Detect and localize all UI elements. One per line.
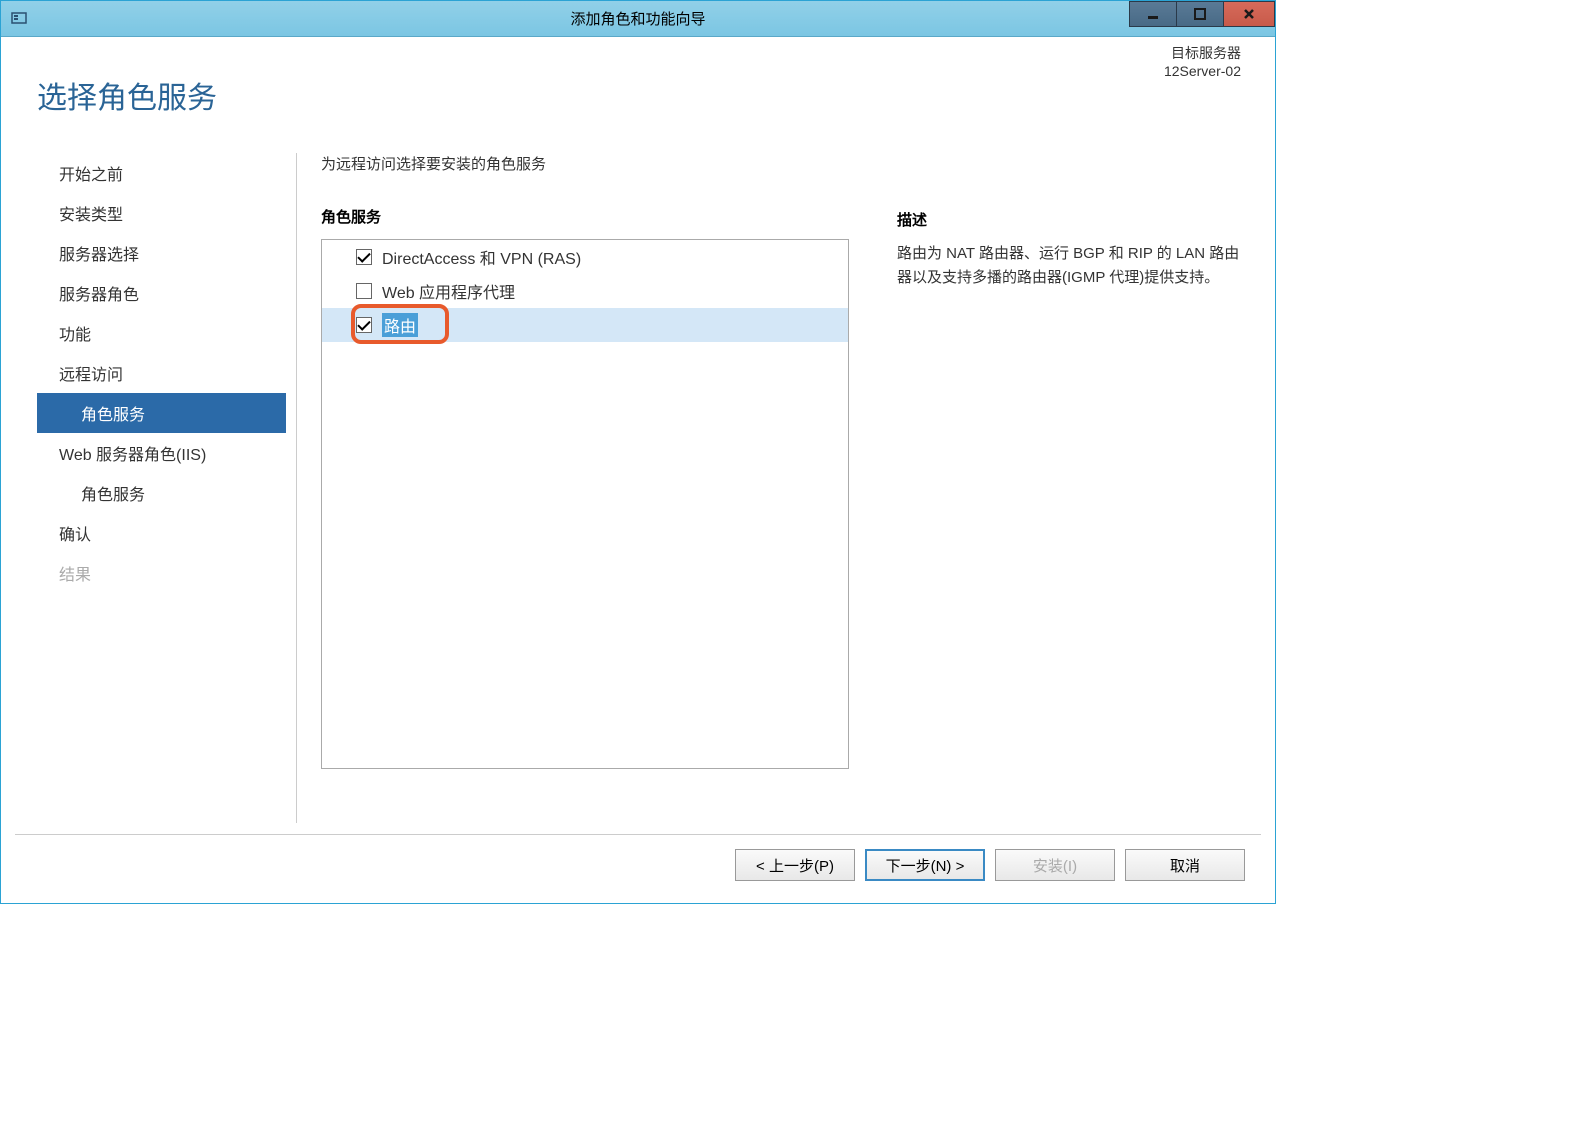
nav-item-4[interactable]: 功能 (37, 313, 286, 353)
role-services-section: 为远程访问选择要安装的角色服务 角色服务 DirectAccess 和 VPN … (321, 153, 861, 823)
role-service-label: Web 应用程序代理 (382, 279, 515, 303)
divider (15, 834, 1261, 835)
next-button[interactable]: 下一步(N) > (865, 849, 985, 881)
nav-item-8[interactable]: 角色服务 (37, 473, 286, 513)
role-services-header: 角色服务 (321, 206, 861, 227)
role-service-item-1[interactable]: Web 应用程序代理 (322, 274, 848, 308)
role-service-label: DirectAccess 和 VPN (RAS) (382, 245, 581, 269)
checkbox-icon[interactable] (356, 283, 372, 299)
main-layout: 开始之前安装类型服务器选择服务器角色功能远程访问角色服务Web 服务器角色(II… (37, 153, 1243, 823)
titlebar: 添加角色和功能向导 (1, 1, 1275, 37)
content-area: 目标服务器 12Server-02 选择角色服务 开始之前安装类型服务器选择服务… (1, 37, 1275, 833)
page-title: 选择角色服务 (37, 73, 1243, 117)
window-controls (1130, 1, 1275, 27)
nav-item-1[interactable]: 安装类型 (37, 193, 286, 233)
role-service-item-2[interactable]: 路由 (322, 308, 848, 342)
nav-item-6[interactable]: 角色服务 (37, 393, 286, 433)
wizard-window: 添加角色和功能向导 目标服务器 12Server-02 选择角色服务 开始之前安… (0, 0, 1276, 904)
target-server-name: 12Server-02 (1164, 63, 1241, 79)
checkbox-icon[interactable] (356, 317, 372, 333)
role-service-item-0[interactable]: DirectAccess 和 VPN (RAS) (322, 240, 848, 274)
nav-item-10: 结果 (37, 553, 286, 593)
window-title: 添加角色和功能向导 (570, 8, 705, 29)
role-services-listbox[interactable]: DirectAccess 和 VPN (RAS) Web 应用程序代理路由 (321, 239, 849, 769)
wizard-nav: 开始之前安装类型服务器选择服务器角色功能远程访问角色服务Web 服务器角色(II… (37, 153, 297, 823)
instruction-text: 为远程访问选择要安装的角色服务 (321, 153, 861, 174)
description-header: 描述 (897, 209, 1243, 230)
previous-button[interactable]: < 上一步(P) (735, 849, 855, 881)
button-bar: < 上一步(P) 下一步(N) > 安装(I) 取消 (735, 849, 1245, 881)
nav-item-5[interactable]: 远程访问 (37, 353, 286, 393)
nav-item-0[interactable]: 开始之前 (37, 153, 286, 193)
target-server-info: 目标服务器 12Server-02 (1164, 43, 1241, 79)
right-pane: 为远程访问选择要安装的角色服务 角色服务 DirectAccess 和 VPN … (297, 153, 1243, 823)
nav-item-7[interactable]: Web 服务器角色(IIS) (37, 433, 286, 473)
install-button[interactable]: 安装(I) (995, 849, 1115, 881)
cancel-button[interactable]: 取消 (1125, 849, 1245, 881)
server-manager-icon (9, 9, 29, 29)
nav-item-9[interactable]: 确认 (37, 513, 286, 553)
maximize-button[interactable] (1176, 1, 1224, 27)
minimize-button[interactable] (1129, 1, 1177, 27)
role-service-label: 路由 (382, 313, 418, 337)
description-text: 路由为 NAT 路由器、运行 BGP 和 RIP 的 LAN 路由器以及支持多播… (897, 242, 1243, 290)
close-button[interactable] (1223, 1, 1275, 27)
nav-item-3[interactable]: 服务器角色 (37, 273, 286, 313)
target-server-label: 目标服务器 (1164, 43, 1241, 63)
nav-item-2[interactable]: 服务器选择 (37, 233, 286, 273)
description-section: 描述 路由为 NAT 路由器、运行 BGP 和 RIP 的 LAN 路由器以及支… (861, 153, 1243, 823)
checkbox-icon[interactable] (356, 249, 372, 265)
